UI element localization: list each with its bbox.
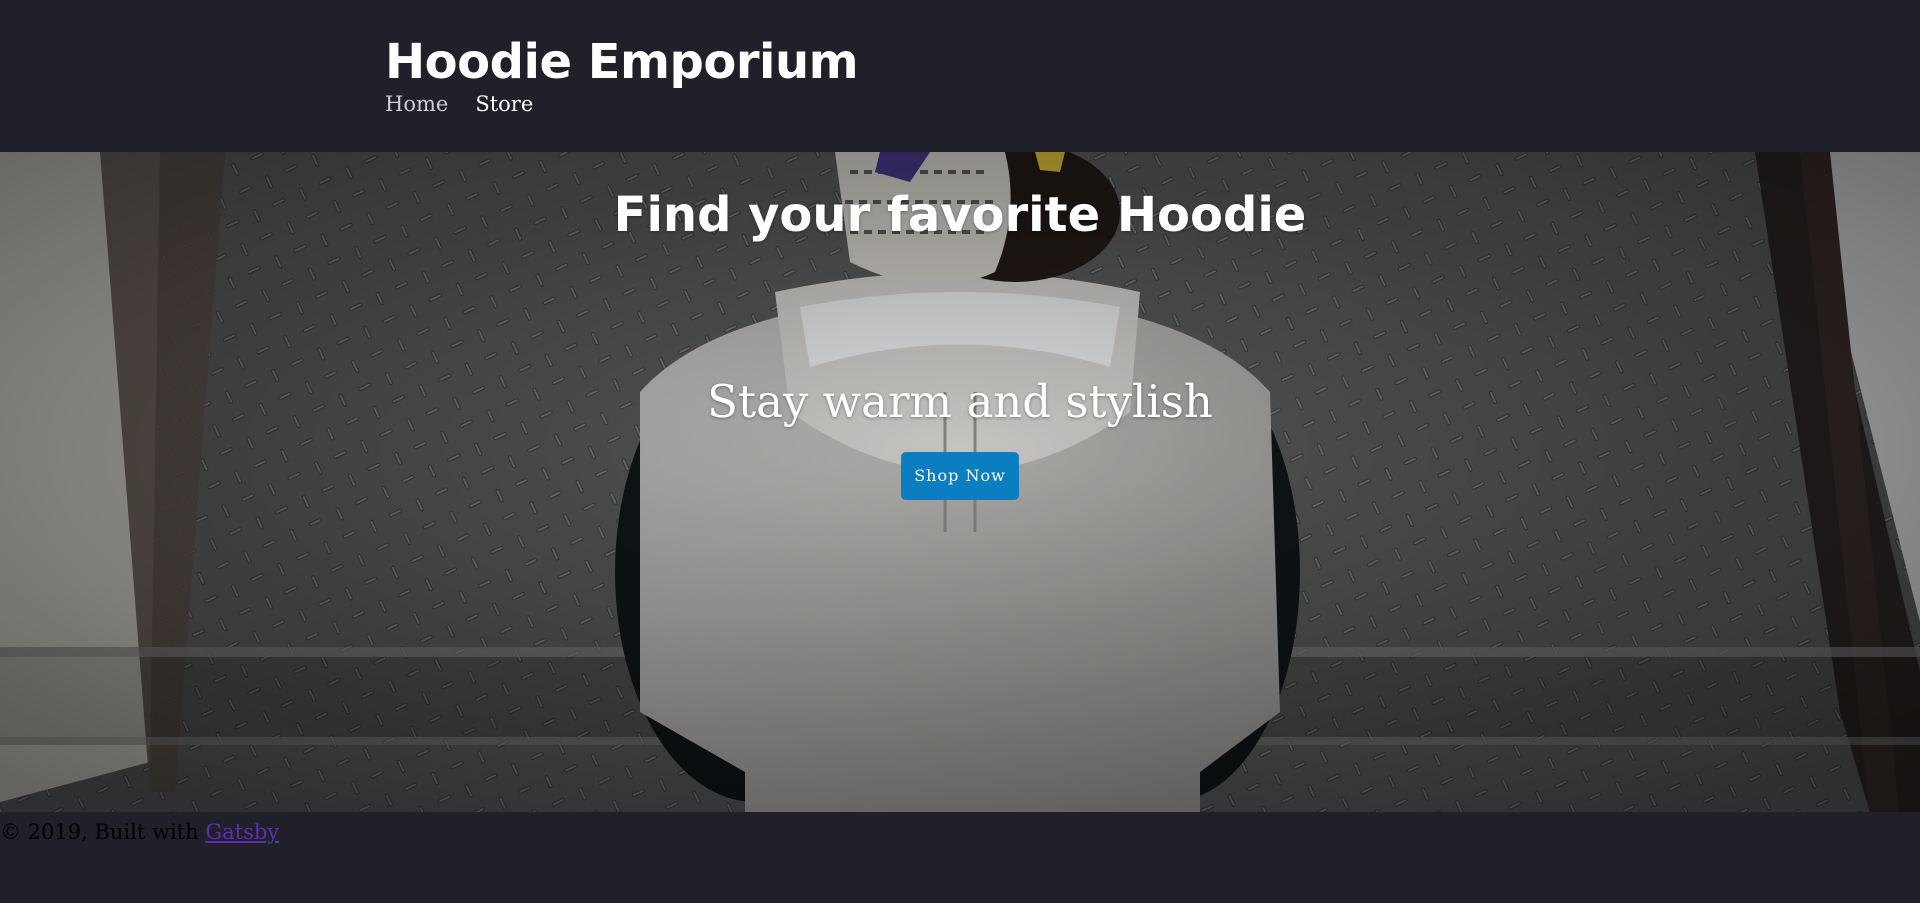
- site-footer: © 2019, Built with Gatsby: [0, 812, 1920, 903]
- main-nav: Home Store: [385, 88, 533, 120]
- footer-text: © 2019, Built with Gatsby: [0, 816, 279, 848]
- shop-now-button[interactable]: Shop Now: [901, 452, 1019, 500]
- footer-copyright: © 2019, Built with: [0, 820, 199, 844]
- site-title-link[interactable]: Hoodie Emporium: [385, 30, 859, 94]
- hero-headline: Find your favorite Hoodie: [613, 187, 1307, 243]
- nav-link-store[interactable]: Store: [475, 88, 533, 120]
- gatsby-link[interactable]: Gatsby: [205, 820, 279, 844]
- nav-link-home[interactable]: Home: [385, 88, 448, 120]
- hero-subheadline: Stay warm and stylish: [707, 375, 1213, 428]
- site-header: Hoodie Emporium Home Store: [0, 0, 1920, 152]
- hero-section: Find your favorite Hoodie Stay warm and …: [0, 152, 1920, 812]
